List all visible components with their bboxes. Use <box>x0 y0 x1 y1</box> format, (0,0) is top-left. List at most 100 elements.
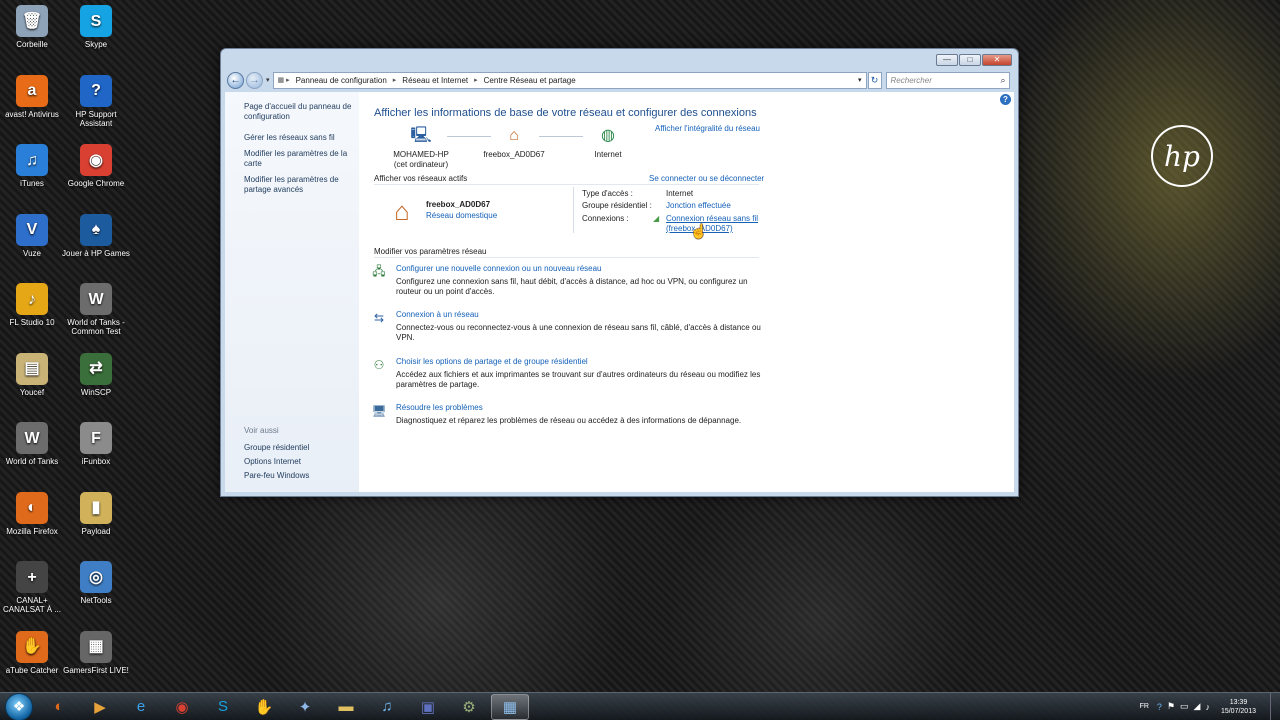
desktop-icon[interactable]: ◐ Mozilla Firefox <box>0 491 66 536</box>
desktop-icon[interactable]: ▮ Payload <box>62 491 130 536</box>
task-new-connection-link[interactable]: Configurer une nouvelle connexion ou un … <box>396 264 766 274</box>
taskbar-app-button[interactable]: ✋ <box>245 694 283 720</box>
clock[interactable]: 13:39 15/07/2013 <box>1221 698 1256 716</box>
page-title: Afficher les informations de base de vot… <box>374 107 757 119</box>
desktop-icon[interactable]: ✋ aTube Catcher <box>0 630 66 675</box>
breadcrumb-control-panel[interactable]: Panneau de configuration <box>296 76 387 85</box>
homegroup-link[interactable]: Jonction effectuée <box>666 201 731 210</box>
desktop-icon[interactable]: ♪ FL Studio 10 <box>0 283 66 327</box>
see-also-homegroup[interactable]: Groupe résidentiel <box>244 443 309 453</box>
search-icon[interactable]: ⌕ <box>1000 75 1008 86</box>
map-node-router[interactable]: ⌂ freebox_AD0D67 <box>477 126 551 160</box>
desktop-icon-label: Corbeille <box>16 40 48 49</box>
app-icon: a <box>16 74 48 107</box>
desktop-icon[interactable]: ♠ Jouer à HP Games <box>62 213 130 258</box>
help-icon[interactable]: ? <box>1000 94 1011 105</box>
desktop-icon-label: Skype <box>84 40 108 49</box>
map-node-internet[interactable]: ◍ Internet <box>585 126 631 160</box>
desktop-icon[interactable]: ? HP Support Assistant <box>62 74 130 128</box>
see-also-firewall[interactable]: Pare-feu Windows <box>244 471 309 481</box>
wireless-connection-link[interactable]: Connexion réseau sans fil (freebox_AD0D6… <box>666 214 766 234</box>
taskbar-app-button[interactable]: S <box>204 694 242 720</box>
desktop-icon-label: avast! Antivirus <box>5 109 59 119</box>
taskbar-app-button[interactable]: ▦ <box>491 693 529 720</box>
breadcrumb-network-internet[interactable]: Réseau et Internet <box>402 76 468 85</box>
task-connect-network-link[interactable]: Connexion à un réseau <box>396 310 766 320</box>
taskbar-app-button[interactable]: ◉ <box>163 694 201 720</box>
homegroup-label: Groupe résidentiel : <box>582 201 652 210</box>
sidebar-link-adapter-settings[interactable]: Modifier les paramètres de la carte <box>244 149 353 169</box>
desktop-icon-label: NetTools <box>80 596 112 605</box>
desktop-icon[interactable]: ◉ Google Chrome <box>62 144 130 188</box>
sidebar-link-home[interactable]: Page d'accueil du panneau de configurati… <box>244 102 353 122</box>
desktop-icon[interactable]: 🗑 Corbeille <box>0 5 66 49</box>
start-button[interactable]: ❖ <box>5 692 33 720</box>
network-tray-icon[interactable]: ◢ <box>1194 701 1201 712</box>
search-placeholder: Rechercher <box>890 75 932 85</box>
breadcrumb-separator-icon[interactable]: ▸ <box>474 76 478 84</box>
desktop-icon[interactable]: S Skype <box>62 5 130 49</box>
task-sharing-options-desc: Accédez aux fichiers et aux imprimantes … <box>396 370 761 389</box>
taskbar-app-button[interactable]: ✦ <box>286 694 324 720</box>
taskbar-app-button[interactable]: ◐ <box>40 694 78 720</box>
desktop-icon[interactable]: W World of Tanks - Common Test <box>62 283 130 336</box>
router-name: freebox_AD0D67 <box>483 150 545 159</box>
troubleshoot-icon: 🖥 <box>371 404 387 418</box>
flag-icon[interactable]: ⚑ <box>1167 701 1175 712</box>
forward-button[interactable]: → <box>246 71 263 89</box>
minimize-button[interactable]: — <box>936 54 958 66</box>
clock-time: 13:39 <box>1229 698 1248 706</box>
desktop-icon-label: FL Studio 10 <box>9 318 55 327</box>
desktop-icon[interactable]: ▦ GamersFirst LIVE! <box>62 630 130 675</box>
taskbar-app-button[interactable]: ▣ <box>409 694 447 720</box>
desktop-icon[interactable]: ▤ Youcef <box>0 352 66 397</box>
desktop-icon[interactable]: a avast! Antivirus <box>0 74 66 119</box>
window-content: Page d'accueil du panneau de configurati… <box>225 92 1014 492</box>
hand-cursor-icon: ☝ <box>690 223 708 239</box>
taskbar-app-button[interactable]: ⚙ <box>450 694 488 720</box>
volume-icon[interactable]: ♪ <box>1205 702 1210 712</box>
view-full-map-link[interactable]: Afficher l'intégralité du réseau <box>655 124 760 133</box>
network-type-link[interactable]: Réseau domestique <box>426 211 497 220</box>
desktop-icon[interactable]: V Vuze <box>0 213 66 258</box>
language-indicator[interactable]: FR <box>1140 703 1149 710</box>
desktop-icon[interactable]: ♫ iTunes <box>0 144 66 188</box>
task-troubleshoot-link[interactable]: Résoudre les problèmes <box>396 403 766 413</box>
battery-icon[interactable]: ▭ <box>1180 701 1189 712</box>
taskbar-app-button[interactable]: ♫ <box>368 694 406 720</box>
desktop-icon[interactable]: ◎ NetTools <box>62 561 130 605</box>
address-bar[interactable]: ▦ ▸ Panneau de configuration ▸ Réseau et… <box>272 71 867 89</box>
app-icon: F <box>80 422 112 454</box>
desktop-icon[interactable]: FiFunbox <box>62 422 130 466</box>
help-tray-icon[interactable]: ? <box>1157 702 1162 712</box>
address-dropdown-icon[interactable]: ▾ <box>858 76 862 84</box>
sidebar-link-manage-wireless[interactable]: Gérer les réseaux sans fil <box>244 133 353 143</box>
desktop-icon[interactable]: W World of Tanks <box>0 422 66 466</box>
desktop-icon[interactable]: ⇄ WinSCP <box>62 352 130 397</box>
desktop-icon[interactable]: + CANAL+ CANALSAT À ... <box>0 561 66 614</box>
taskbar-app-button[interactable]: ▶ <box>81 694 119 720</box>
see-also-internet-options[interactable]: Options Internet <box>244 457 309 467</box>
sidebar-link-advanced-sharing[interactable]: Modifier les paramètres de partage avanc… <box>244 175 353 195</box>
task-troubleshoot: 🖥 Résoudre les problèmes Diagnostiquez e… <box>371 403 766 426</box>
desktop-icon-label: Google Chrome <box>67 179 125 188</box>
task-troubleshoot-desc: Diagnostiquez et réparez les problèmes d… <box>396 416 742 425</box>
task-sharing-options-link[interactable]: Choisir les options de partage et de gro… <box>396 357 766 367</box>
desktop-icon-label: Youcef <box>19 387 45 397</box>
taskbar-app-button[interactable]: e <box>122 694 160 720</box>
close-button[interactable]: ✕ <box>982 54 1012 66</box>
breadcrumb-network-center[interactable]: Centre Réseau et partage <box>484 76 576 85</box>
breadcrumb-separator-icon[interactable]: ▸ <box>393 76 397 84</box>
hp-logo: hp <box>1151 125 1213 187</box>
map-node-computer[interactable]: 🖳 MOHAMED-HP (cet ordinateur) <box>381 126 461 170</box>
back-button[interactable]: ← <box>227 71 244 89</box>
maximize-button[interactable]: □ <box>959 54 981 66</box>
app-icon: ◐ <box>16 491 48 524</box>
connect-disconnect-link[interactable]: Se connecter ou se déconnecter <box>649 174 764 183</box>
show-desktop-button[interactable] <box>1270 692 1280 720</box>
search-input[interactable]: Rechercher ⌕ <box>885 71 1010 89</box>
refresh-button[interactable]: ↻ <box>867 71 882 89</box>
recent-pages-dropdown[interactable]: ▾ <box>266 76 270 84</box>
taskbar-app-button[interactable]: ▬ <box>327 694 365 720</box>
desktop-icon-label: CANAL+ CANALSAT À ... <box>3 596 61 614</box>
